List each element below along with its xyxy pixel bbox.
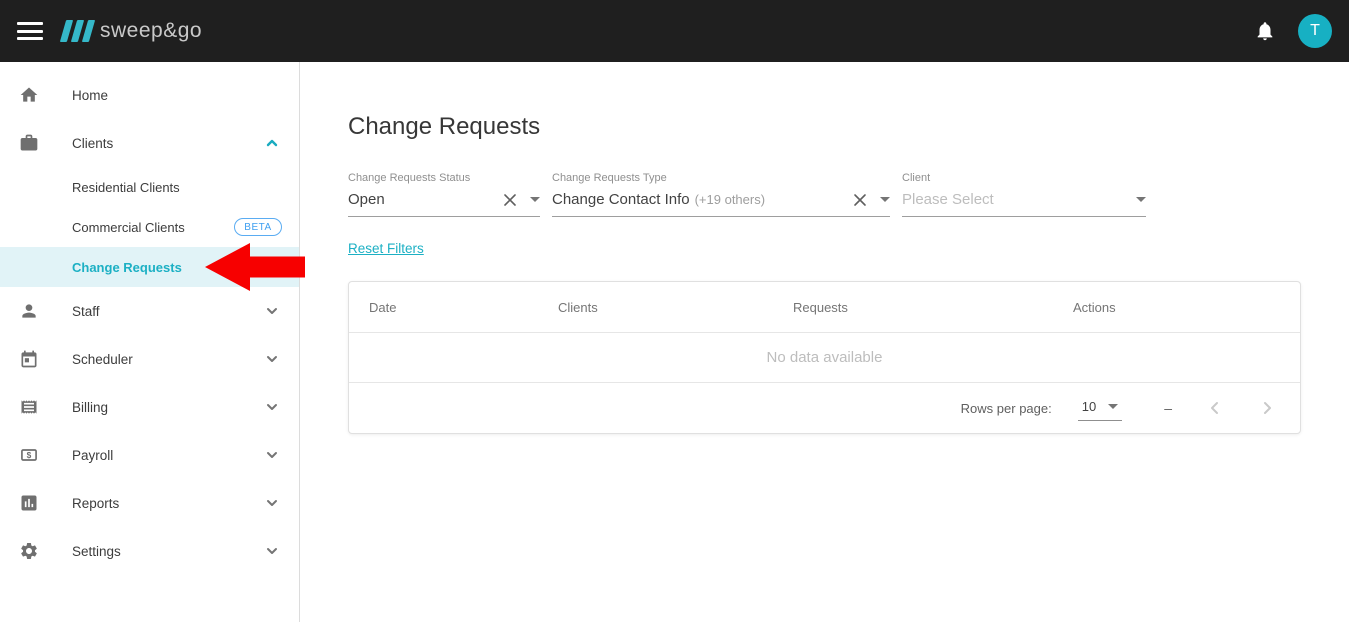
main-content: Change Requests Change Requests Status O…	[300, 62, 1349, 622]
filter-label: Change Requests Type	[552, 172, 890, 184]
logo-bars-icon	[63, 20, 92, 42]
column-header-clients: Clients	[538, 300, 773, 315]
sidebar-item-label: Commercial Clients	[72, 220, 185, 235]
clear-filter-icon[interactable]	[502, 192, 518, 208]
sidebar-item-home[interactable]: Home	[0, 71, 299, 119]
dropdown-caret-icon	[1108, 404, 1118, 409]
sidebar-item-staff[interactable]: Staff	[0, 287, 299, 335]
sidebar-item-commercial-clients[interactable]: Commercial Clients BETA	[0, 207, 299, 247]
table-header-row: Date Clients Requests Actions	[349, 282, 1300, 332]
table-empty-row: No data available	[349, 332, 1300, 382]
sidebar-item-label: Reports	[72, 496, 119, 511]
column-header-date: Date	[349, 300, 538, 315]
brand-logo: sweep&go	[63, 19, 202, 43]
page-title: Change Requests	[348, 113, 1349, 141]
sidebar-nav: Home Clients Residential Clients Commerc…	[0, 62, 300, 622]
sidebar-item-label: Clients	[72, 136, 113, 151]
column-header-actions: Actions	[1053, 300, 1300, 315]
gear-icon	[19, 541, 39, 561]
reset-filters-link[interactable]: Reset Filters	[348, 241, 424, 256]
receipt-icon	[19, 397, 39, 417]
sidebar-item-billing[interactable]: Billing	[0, 383, 299, 431]
hamburger-menu-icon[interactable]	[17, 22, 43, 40]
filters-bar: Change Requests Status Open Change Reque…	[348, 172, 1349, 217]
chevron-down-icon	[265, 304, 279, 318]
sidebar-item-clients[interactable]: Clients	[0, 119, 299, 167]
sidebar-item-label: Scheduler	[72, 352, 133, 367]
filter-client[interactable]: Client Please Select	[902, 172, 1146, 217]
clear-filter-icon[interactable]	[852, 192, 868, 208]
briefcase-icon	[19, 133, 39, 153]
sidebar-item-scheduler[interactable]: Scheduler	[0, 335, 299, 383]
chevron-down-icon	[265, 448, 279, 462]
chevron-down-icon	[265, 400, 279, 414]
chevron-down-icon	[265, 496, 279, 510]
filter-placeholder: Please Select	[902, 191, 994, 208]
beta-badge: BETA	[234, 218, 282, 236]
svg-text:$: $	[27, 450, 32, 460]
sidebar-item-label: Staff	[72, 304, 100, 319]
filter-label: Change Requests Status	[348, 172, 540, 184]
filter-change-requests-type[interactable]: Change Requests Type Change Contact Info…	[552, 172, 890, 217]
sidebar-item-residential-clients[interactable]: Residential Clients	[0, 167, 299, 207]
sidebar-item-label: Payroll	[72, 448, 113, 463]
brand-name: sweep&go	[100, 19, 202, 43]
rows-per-page-select[interactable]: 10	[1078, 396, 1122, 421]
dropdown-caret-icon[interactable]	[880, 197, 890, 202]
dropdown-caret-icon[interactable]	[1136, 197, 1146, 202]
table-pagination: Rows per page: 10 –	[349, 382, 1300, 433]
sidebar-item-reports[interactable]: Reports	[0, 479, 299, 527]
user-avatar[interactable]: T	[1298, 14, 1332, 48]
dropdown-caret-icon[interactable]	[530, 197, 540, 202]
sidebar-item-label: Change Requests	[72, 260, 182, 275]
change-requests-table: Date Clients Requests Actions No data av…	[348, 281, 1301, 434]
sidebar-item-label: Settings	[72, 544, 121, 559]
sidebar-item-settings[interactable]: Settings	[0, 527, 299, 575]
chevron-down-icon	[265, 352, 279, 366]
column-header-requests: Requests	[773, 300, 1053, 315]
rows-per-page-label: Rows per page:	[961, 401, 1052, 416]
empty-state-text: No data available	[767, 349, 883, 366]
bar-chart-icon	[19, 493, 39, 513]
calendar-icon	[19, 349, 39, 369]
filter-extra-count: (+19 others)	[695, 192, 765, 207]
filter-value: Open	[348, 191, 385, 208]
chevron-down-icon	[265, 544, 279, 558]
home-icon	[19, 85, 39, 105]
top-app-bar: sweep&go T	[0, 0, 1349, 62]
sidebar-item-label: Home	[72, 88, 108, 103]
filter-change-requests-status[interactable]: Change Requests Status Open	[348, 172, 540, 217]
rows-per-page-value: 10	[1082, 399, 1096, 414]
filter-label: Client	[902, 172, 1146, 184]
sidebar-item-label: Billing	[72, 400, 108, 415]
filter-value: Change Contact Info	[552, 191, 690, 208]
sidebar-item-label: Residential Clients	[72, 180, 180, 195]
person-icon	[19, 301, 39, 321]
sidebar-item-change-requests[interactable]: Change Requests	[0, 247, 299, 287]
pagination-range-text: –	[1164, 400, 1172, 416]
chevron-up-icon	[265, 136, 279, 150]
previous-page-icon[interactable]	[1206, 399, 1224, 417]
bell-icon[interactable]	[1254, 20, 1276, 42]
dollar-icon: $	[19, 445, 39, 465]
sidebar-item-payroll[interactable]: $ Payroll	[0, 431, 299, 479]
next-page-icon[interactable]	[1258, 399, 1276, 417]
